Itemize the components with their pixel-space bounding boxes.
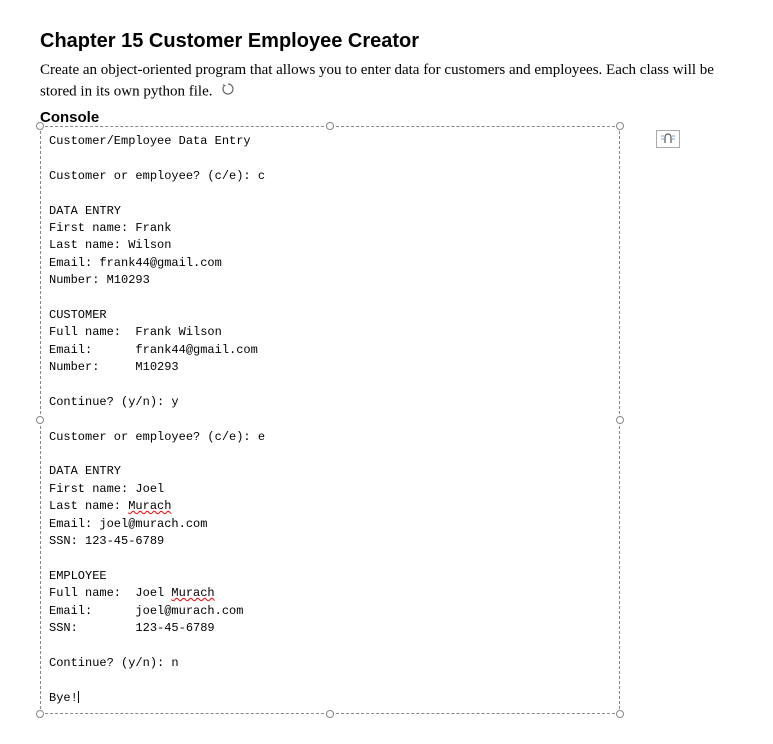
console-line: Continue? (y/n): y (49, 395, 179, 409)
resize-handle-top-right[interactable] (616, 122, 624, 130)
console-line: Customer/Employee Data Entry (49, 134, 251, 148)
resize-handle-bottom-left[interactable] (36, 710, 44, 718)
console-line: Number: M10293 (49, 360, 179, 374)
console-line: CUSTOMER (49, 308, 107, 322)
console-line: Last name: Wilson (49, 238, 171, 252)
resize-handle-middle-left[interactable] (36, 416, 44, 424)
console-wrapper: Customer/Employee Data Entry Customer or… (40, 126, 620, 714)
console-line: Full name: Joel (49, 586, 171, 600)
spellcheck-squiggle: Murach (171, 586, 214, 600)
console-line: Email: joel@murach.com (49, 604, 243, 618)
console-line: EMPLOYEE (49, 569, 107, 583)
description-content: Create an object-oriented program that a… (40, 62, 714, 99)
console-line: Full name: Frank Wilson (49, 325, 222, 339)
resize-handle-bottom-middle[interactable] (326, 710, 334, 718)
layout-options-icon[interactable] (656, 130, 680, 148)
resize-handle-top-middle[interactable] (326, 122, 334, 130)
page-title: Chapter 15 Customer Employee Creator (40, 30, 733, 53)
console-label: Console (40, 109, 733, 126)
console-line: Number: M10293 (49, 273, 150, 287)
console-line: First name: Joel (49, 482, 164, 496)
console-line: Email: frank44@gmail.com (49, 343, 258, 357)
console-line: SSN: 123-45-6789 (49, 534, 164, 548)
description-text: Create an object-oriented program that a… (40, 61, 733, 103)
console-line: SSN: 123-45-6789 (49, 621, 215, 635)
resize-handle-middle-right[interactable] (616, 416, 624, 424)
console-line: Email: joel@murach.com (49, 517, 207, 531)
console-textbox[interactable]: Customer/Employee Data Entry Customer or… (40, 126, 620, 714)
console-line: First name: Frank (49, 221, 171, 235)
console-line: Customer or employee? (c/e): e (49, 430, 265, 444)
console-line: Continue? (y/n): n (49, 656, 179, 670)
console-line: Bye! (49, 691, 78, 705)
text-cursor (78, 691, 79, 703)
console-line: Customer or employee? (c/e): c (49, 169, 265, 183)
console-line: DATA ENTRY (49, 464, 121, 478)
resize-handle-bottom-right[interactable] (616, 710, 624, 718)
resize-handle-top-left[interactable] (36, 122, 44, 130)
rotate-icon[interactable] (220, 81, 236, 104)
spellcheck-squiggle: Murach (128, 499, 171, 513)
console-line: Last name: (49, 499, 128, 513)
console-line: Email: frank44@gmail.com (49, 256, 222, 270)
console-line: DATA ENTRY (49, 204, 121, 218)
